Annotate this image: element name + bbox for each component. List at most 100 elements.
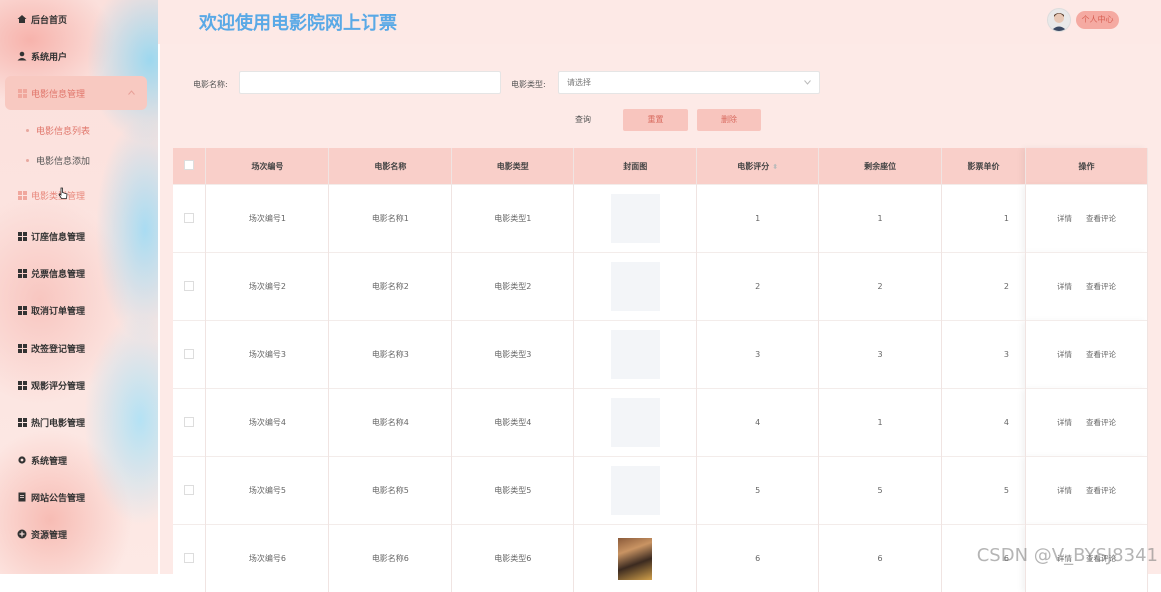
main-content: 电影名称: 电影类型: 请选择 查询 重置 删除 场次编号 电影名称 电影类型 … [160,44,1161,574]
sort-icon[interactable]: ⬍ [772,163,778,171]
sidebar-item-resources[interactable]: 资源管理 [0,524,158,544]
cell-cover [574,457,697,525]
view-comments-button[interactable]: 查看评论 [1086,282,1116,291]
detail-button[interactable]: 详情 [1057,486,1072,495]
cell-name: 电影名称3 [329,321,452,389]
sidebar-item-rating[interactable]: 观影评分管理 [0,375,158,395]
grid-icon [17,231,27,241]
select-placeholder: 请选择 [567,78,591,87]
cell-id: 场次编号2 [206,253,329,321]
column-header: 影票单价 [942,148,1026,185]
view-comments-button[interactable]: 查看评论 [1086,350,1116,359]
cell-name: 电影名称5 [329,457,452,525]
user-center-button[interactable]: 个人中心 [1076,11,1119,29]
sidebar-item-ticket-redeem[interactable]: 兑票信息管理 [0,263,158,283]
cell-seats: 1 [819,389,942,457]
cover-image[interactable] [611,330,660,379]
row-checkbox[interactable] [184,349,194,359]
sidebar-item-movie-list[interactable]: 电影信息列表 [0,120,158,140]
grid-icon [17,305,27,315]
grid-icon [17,268,27,278]
movie-type-label: 电影类型: [511,79,546,90]
cover-image[interactable] [611,194,660,243]
cover-image[interactable] [611,398,660,447]
row-checkbox[interactable] [184,553,194,563]
cell-score: 3 [697,321,819,389]
column-header: 电影名称 [329,148,452,185]
detail-button[interactable]: 详情 [1057,418,1072,427]
sidebar-item-system-users[interactable]: 系统用户 [0,46,158,66]
sidebar-item-label: 订座信息管理 [31,230,85,243]
sidebar-item-system[interactable]: 系统管理 [0,450,158,470]
sidebar-item-cancel-order[interactable]: 取消订单管理 [0,300,158,320]
row-checkbox[interactable] [184,213,194,223]
sidebar-item-reschedule[interactable]: 改签登记管理 [0,338,158,358]
sidebar-item-announcement[interactable]: 网站公告管理 [0,487,158,507]
cell-score: 2 [697,253,819,321]
reset-button[interactable]: 重置 [623,109,688,131]
avatar[interactable] [1047,8,1071,32]
detail-button[interactable]: 详情 [1057,214,1072,223]
view-comments-button[interactable]: 查看评论 [1086,486,1116,495]
page-title: 欢迎使用电影院网上订票 [199,9,397,35]
sidebar-item-label: 资源管理 [31,528,67,541]
cell-price: 3 [942,321,1026,389]
delete-button[interactable]: 删除 [697,109,761,131]
cell-actions: 详情 查看评论 [1026,253,1148,321]
sidebar-item-home[interactable]: 后台首页 [0,9,158,29]
row-checkbox[interactable] [184,417,194,427]
cover-image[interactable] [618,538,652,580]
detail-button[interactable]: 详情 [1057,350,1072,359]
row-select-cell [173,525,206,592]
cell-name: 电影名称6 [329,525,452,592]
home-icon [17,14,27,24]
row-checkbox[interactable] [184,281,194,291]
cell-id: 场次编号1 [206,185,329,253]
cell-seats: 6 [819,525,942,592]
sidebar-item-label: 电影信息管理 [31,87,85,100]
sidebar-item-movie-add[interactable]: 电影信息添加 [0,150,158,170]
header: 欢迎使用电影院网上订票 个人中心 [158,0,1161,44]
query-button[interactable]: 查询 [566,109,600,131]
column-header-label: 电影评分 [737,162,769,171]
view-comments-button[interactable]: 查看评论 [1086,418,1116,427]
column-header: 操作 [1026,148,1148,185]
row-checkbox[interactable] [184,485,194,495]
column-header: 剩余座位 [819,148,942,185]
cell-score: 1 [697,185,819,253]
gear-icon [17,455,27,465]
cell-name: 电影名称4 [329,389,452,457]
sidebar-item-hot-movies[interactable]: 热门电影管理 [0,412,158,432]
movie-name-input[interactable] [239,71,501,94]
grid-icon [17,88,27,98]
cover-image[interactable] [611,466,660,515]
column-header-score[interactable]: 电影评分⬍ [697,148,819,185]
view-comments-button[interactable]: 查看评论 [1086,214,1116,223]
document-icon [17,492,27,502]
sidebar-item-label: 网站公告管理 [31,491,85,504]
cell-seats: 3 [819,321,942,389]
select-all-checkbox[interactable] [184,160,194,170]
cell-type: 电影类型6 [452,525,574,592]
row-select-cell [173,185,206,253]
row-select-cell [173,457,206,525]
mouse-cursor-icon [58,187,68,203]
select-all-cell [173,148,206,185]
cell-id: 场次编号6 [206,525,329,592]
cell-price: 2 [942,253,1026,321]
cell-score: 6 [697,525,819,592]
sidebar-item-label: 系统用户 [31,50,67,63]
sidebar-item-label: 电影信息添加 [36,154,90,167]
sidebar-item-seat-booking[interactable]: 订座信息管理 [0,226,158,246]
cover-image[interactable] [611,262,660,311]
row-select-cell [173,253,206,321]
sidebar-item-movie-info[interactable]: 电影信息管理 [5,76,147,110]
cell-name: 电影名称2 [329,253,452,321]
table-row: 场次编号1电影名称1电影类型1111详情查看评论 [173,185,1148,253]
movie-type-select[interactable]: 请选择 [558,71,820,94]
sidebar-item-movie-type[interactable]: 电影类型管理 [0,185,158,205]
cell-cover [574,389,697,457]
cell-id: 场次编号5 [206,457,329,525]
row-select-cell [173,321,206,389]
detail-button[interactable]: 详情 [1057,282,1072,291]
